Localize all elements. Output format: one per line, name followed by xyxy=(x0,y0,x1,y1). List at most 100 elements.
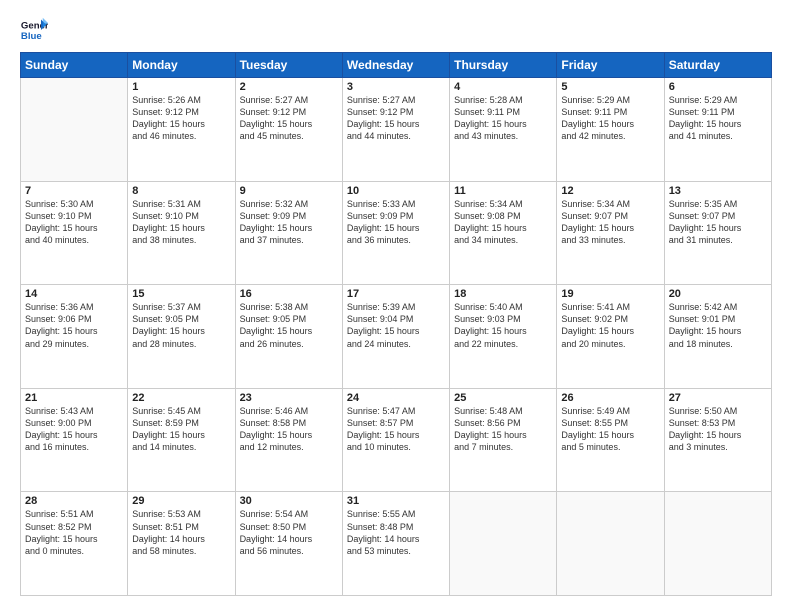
calendar-cell: 27Sunrise: 5:50 AM Sunset: 8:53 PM Dayli… xyxy=(664,388,771,492)
day-info: Sunrise: 5:46 AM Sunset: 8:58 PM Dayligh… xyxy=(240,405,338,454)
calendar-header-monday: Monday xyxy=(128,53,235,78)
calendar-header-wednesday: Wednesday xyxy=(342,53,449,78)
day-info: Sunrise: 5:31 AM Sunset: 9:10 PM Dayligh… xyxy=(132,198,230,247)
day-number: 1 xyxy=(132,81,230,93)
calendar-cell: 20Sunrise: 5:42 AM Sunset: 9:01 PM Dayli… xyxy=(664,285,771,389)
calendar-cell: 22Sunrise: 5:45 AM Sunset: 8:59 PM Dayli… xyxy=(128,388,235,492)
calendar-cell: 14Sunrise: 5:36 AM Sunset: 9:06 PM Dayli… xyxy=(21,285,128,389)
calendar-header-thursday: Thursday xyxy=(450,53,557,78)
day-number: 19 xyxy=(561,288,659,300)
calendar-header-saturday: Saturday xyxy=(664,53,771,78)
day-info: Sunrise: 5:30 AM Sunset: 9:10 PM Dayligh… xyxy=(25,198,123,247)
day-number: 8 xyxy=(132,185,230,197)
calendar-cell xyxy=(21,78,128,182)
day-info: Sunrise: 5:34 AM Sunset: 9:08 PM Dayligh… xyxy=(454,198,552,247)
day-number: 20 xyxy=(669,288,767,300)
day-number: 16 xyxy=(240,288,338,300)
calendar-table: SundayMondayTuesdayWednesdayThursdayFrid… xyxy=(20,52,772,596)
day-number: 6 xyxy=(669,81,767,93)
calendar-cell: 29Sunrise: 5:53 AM Sunset: 8:51 PM Dayli… xyxy=(128,492,235,596)
day-info: Sunrise: 5:50 AM Sunset: 8:53 PM Dayligh… xyxy=(669,405,767,454)
calendar-header-row: SundayMondayTuesdayWednesdayThursdayFrid… xyxy=(21,53,772,78)
calendar-cell: 7Sunrise: 5:30 AM Sunset: 9:10 PM Daylig… xyxy=(21,181,128,285)
calendar-cell: 11Sunrise: 5:34 AM Sunset: 9:08 PM Dayli… xyxy=(450,181,557,285)
calendar-cell: 10Sunrise: 5:33 AM Sunset: 9:09 PM Dayli… xyxy=(342,181,449,285)
day-number: 2 xyxy=(240,81,338,93)
day-number: 14 xyxy=(25,288,123,300)
day-info: Sunrise: 5:40 AM Sunset: 9:03 PM Dayligh… xyxy=(454,301,552,350)
day-number: 15 xyxy=(132,288,230,300)
day-info: Sunrise: 5:47 AM Sunset: 8:57 PM Dayligh… xyxy=(347,405,445,454)
calendar-header-sunday: Sunday xyxy=(21,53,128,78)
calendar-cell: 12Sunrise: 5:34 AM Sunset: 9:07 PM Dayli… xyxy=(557,181,664,285)
day-info: Sunrise: 5:27 AM Sunset: 9:12 PM Dayligh… xyxy=(240,94,338,143)
calendar-cell: 21Sunrise: 5:43 AM Sunset: 9:00 PM Dayli… xyxy=(21,388,128,492)
calendar-cell: 8Sunrise: 5:31 AM Sunset: 9:10 PM Daylig… xyxy=(128,181,235,285)
day-info: Sunrise: 5:54 AM Sunset: 8:50 PM Dayligh… xyxy=(240,508,338,557)
day-info: Sunrise: 5:27 AM Sunset: 9:12 PM Dayligh… xyxy=(347,94,445,143)
page: General Blue SundayMondayTuesdayWednesda… xyxy=(0,0,792,612)
calendar-week-row: 7Sunrise: 5:30 AM Sunset: 9:10 PM Daylig… xyxy=(21,181,772,285)
calendar-cell: 28Sunrise: 5:51 AM Sunset: 8:52 PM Dayli… xyxy=(21,492,128,596)
day-info: Sunrise: 5:42 AM Sunset: 9:01 PM Dayligh… xyxy=(669,301,767,350)
day-info: Sunrise: 5:36 AM Sunset: 9:06 PM Dayligh… xyxy=(25,301,123,350)
day-number: 3 xyxy=(347,81,445,93)
calendar-cell: 19Sunrise: 5:41 AM Sunset: 9:02 PM Dayli… xyxy=(557,285,664,389)
day-info: Sunrise: 5:43 AM Sunset: 9:00 PM Dayligh… xyxy=(25,405,123,454)
day-number: 28 xyxy=(25,495,123,507)
calendar-cell: 18Sunrise: 5:40 AM Sunset: 9:03 PM Dayli… xyxy=(450,285,557,389)
day-info: Sunrise: 5:32 AM Sunset: 9:09 PM Dayligh… xyxy=(240,198,338,247)
day-number: 13 xyxy=(669,185,767,197)
day-number: 24 xyxy=(347,392,445,404)
calendar-cell: 26Sunrise: 5:49 AM Sunset: 8:55 PM Dayli… xyxy=(557,388,664,492)
calendar-cell: 3Sunrise: 5:27 AM Sunset: 9:12 PM Daylig… xyxy=(342,78,449,182)
day-info: Sunrise: 5:26 AM Sunset: 9:12 PM Dayligh… xyxy=(132,94,230,143)
day-info: Sunrise: 5:35 AM Sunset: 9:07 PM Dayligh… xyxy=(669,198,767,247)
day-info: Sunrise: 5:37 AM Sunset: 9:05 PM Dayligh… xyxy=(132,301,230,350)
day-info: Sunrise: 5:55 AM Sunset: 8:48 PM Dayligh… xyxy=(347,508,445,557)
logo-icon: General Blue xyxy=(20,16,48,44)
calendar-cell: 31Sunrise: 5:55 AM Sunset: 8:48 PM Dayli… xyxy=(342,492,449,596)
day-number: 22 xyxy=(132,392,230,404)
day-number: 29 xyxy=(132,495,230,507)
day-number: 11 xyxy=(454,185,552,197)
day-number: 21 xyxy=(25,392,123,404)
calendar-cell xyxy=(664,492,771,596)
day-number: 9 xyxy=(240,185,338,197)
calendar-cell: 13Sunrise: 5:35 AM Sunset: 9:07 PM Dayli… xyxy=(664,181,771,285)
calendar-cell: 6Sunrise: 5:29 AM Sunset: 9:11 PM Daylig… xyxy=(664,78,771,182)
header: General Blue xyxy=(20,16,772,44)
day-number: 26 xyxy=(561,392,659,404)
calendar-week-row: 28Sunrise: 5:51 AM Sunset: 8:52 PM Dayli… xyxy=(21,492,772,596)
calendar-cell: 24Sunrise: 5:47 AM Sunset: 8:57 PM Dayli… xyxy=(342,388,449,492)
calendar-cell: 1Sunrise: 5:26 AM Sunset: 9:12 PM Daylig… xyxy=(128,78,235,182)
calendar-cell xyxy=(450,492,557,596)
calendar-cell: 16Sunrise: 5:38 AM Sunset: 9:05 PM Dayli… xyxy=(235,285,342,389)
day-number: 7 xyxy=(25,185,123,197)
svg-text:Blue: Blue xyxy=(21,31,42,42)
day-info: Sunrise: 5:48 AM Sunset: 8:56 PM Dayligh… xyxy=(454,405,552,454)
calendar-header-tuesday: Tuesday xyxy=(235,53,342,78)
logo: General Blue xyxy=(20,16,48,44)
calendar-cell: 2Sunrise: 5:27 AM Sunset: 9:12 PM Daylig… xyxy=(235,78,342,182)
day-number: 23 xyxy=(240,392,338,404)
calendar-cell: 5Sunrise: 5:29 AM Sunset: 9:11 PM Daylig… xyxy=(557,78,664,182)
day-number: 27 xyxy=(669,392,767,404)
day-info: Sunrise: 5:45 AM Sunset: 8:59 PM Dayligh… xyxy=(132,405,230,454)
day-number: 5 xyxy=(561,81,659,93)
day-number: 12 xyxy=(561,185,659,197)
day-info: Sunrise: 5:34 AM Sunset: 9:07 PM Dayligh… xyxy=(561,198,659,247)
day-number: 4 xyxy=(454,81,552,93)
calendar-week-row: 14Sunrise: 5:36 AM Sunset: 9:06 PM Dayli… xyxy=(21,285,772,389)
calendar-cell xyxy=(557,492,664,596)
calendar-cell: 9Sunrise: 5:32 AM Sunset: 9:09 PM Daylig… xyxy=(235,181,342,285)
calendar-cell: 30Sunrise: 5:54 AM Sunset: 8:50 PM Dayli… xyxy=(235,492,342,596)
calendar-cell: 23Sunrise: 5:46 AM Sunset: 8:58 PM Dayli… xyxy=(235,388,342,492)
day-info: Sunrise: 5:38 AM Sunset: 9:05 PM Dayligh… xyxy=(240,301,338,350)
calendar-week-row: 1Sunrise: 5:26 AM Sunset: 9:12 PM Daylig… xyxy=(21,78,772,182)
day-number: 31 xyxy=(347,495,445,507)
day-info: Sunrise: 5:51 AM Sunset: 8:52 PM Dayligh… xyxy=(25,508,123,557)
day-number: 10 xyxy=(347,185,445,197)
day-info: Sunrise: 5:33 AM Sunset: 9:09 PM Dayligh… xyxy=(347,198,445,247)
day-info: Sunrise: 5:39 AM Sunset: 9:04 PM Dayligh… xyxy=(347,301,445,350)
